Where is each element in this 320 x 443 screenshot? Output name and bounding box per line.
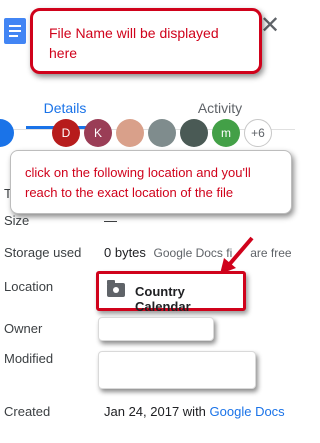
created-date: Jan 24, 2017 with [104, 404, 210, 419]
size-label: Size [4, 213, 30, 228]
storage-label: Storage used [4, 245, 82, 260]
storage-value: 0 bytes Google Docs fi are free [104, 245, 292, 260]
folder-icon [107, 280, 125, 297]
created-label: Created [4, 404, 51, 419]
annotation-text: File Name will be displayed [49, 25, 219, 41]
filename-annotation: File Name will be displayed here [30, 8, 262, 74]
more-people-count[interactable]: +6 [244, 119, 272, 147]
avatar[interactable] [180, 119, 208, 147]
annotation-text: here [49, 45, 78, 61]
modified-label: Modified [4, 351, 54, 366]
location-folder-name[interactable]: Country Calendar [135, 284, 243, 314]
modified-redacted [98, 351, 256, 389]
avatar[interactable]: m [212, 119, 240, 147]
annotation-text: click on the following location and you'… [25, 165, 251, 180]
annotation-text: reach to the exact location of the file [25, 185, 234, 200]
avatar[interactable]: K [84, 119, 112, 147]
size-value: — [104, 213, 117, 228]
avatar[interactable] [148, 119, 176, 147]
instruction-annotation: click on the following location and you'… [10, 150, 292, 214]
docs-icon [4, 18, 26, 44]
tab-activity[interactable]: Activity [160, 100, 280, 116]
close-icon[interactable]: ✕ [260, 14, 280, 38]
avatar[interactable] [0, 119, 14, 147]
storage-bytes: 0 bytes [104, 245, 146, 260]
location-link[interactable]: Country Calendar [96, 271, 246, 314]
created-value: Jan 24, 2017 with Google Docs [104, 404, 285, 419]
location-label: Location [4, 279, 54, 294]
owner-redacted [98, 317, 214, 341]
avatar[interactable]: D [52, 119, 80, 147]
tab-details[interactable]: Details [0, 100, 130, 116]
avatar[interactable] [116, 119, 144, 147]
created-app-link[interactable]: Google Docs [210, 404, 285, 419]
annotation-arrow-icon [220, 236, 254, 274]
owner-label: Owner [4, 321, 43, 336]
